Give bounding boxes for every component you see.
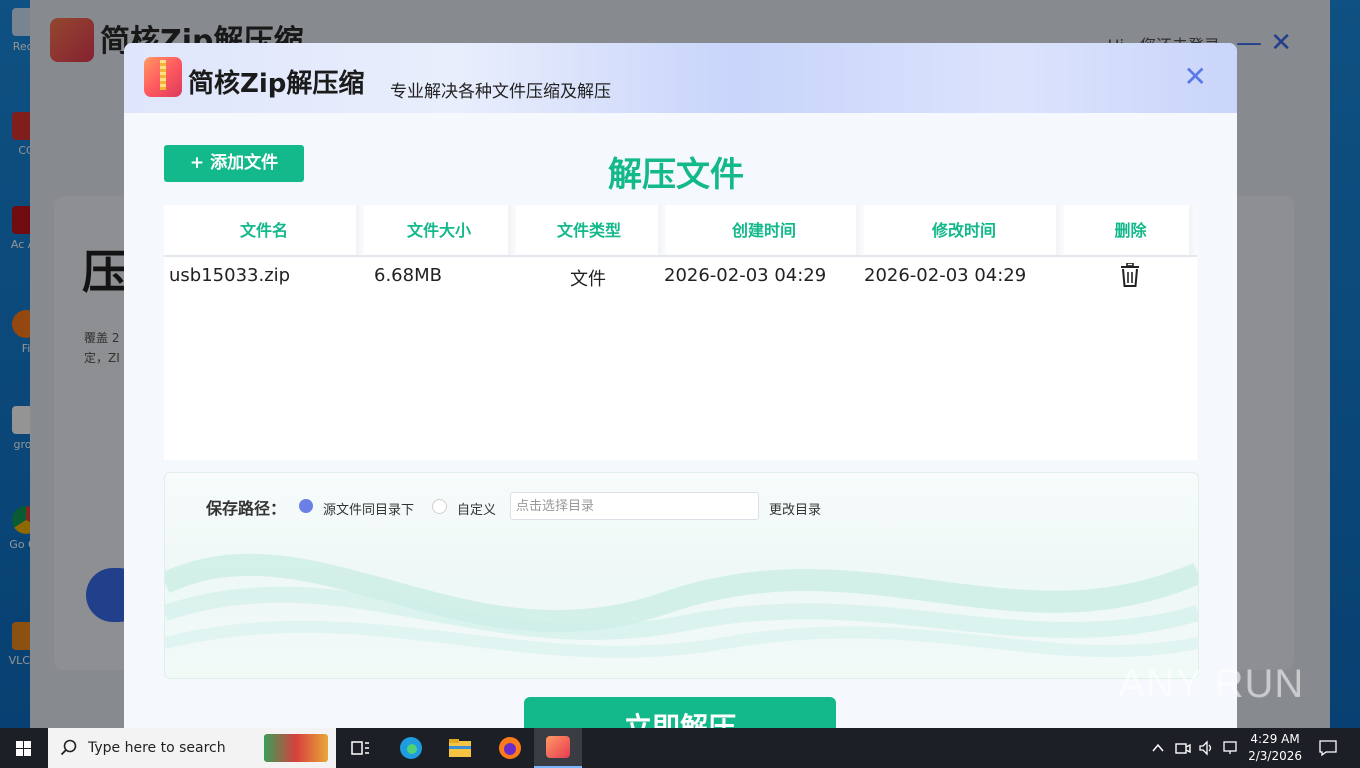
volume-icon[interactable] xyxy=(1198,739,1216,757)
app-logo-icon xyxy=(144,57,182,97)
column-header-delete: 删除 xyxy=(1114,221,1147,240)
app-name: 简核Zip解压缩 xyxy=(188,69,365,99)
directory-input[interactable]: 点击选择目录 xyxy=(510,492,759,520)
gift-icon xyxy=(264,734,328,762)
clock-date: 2/3/2026 xyxy=(1248,749,1302,763)
change-directory-button[interactable]: 更改目录 xyxy=(769,499,821,518)
firefox-icon[interactable] xyxy=(496,734,524,762)
trash-icon[interactable] xyxy=(1119,263,1141,287)
file-table: 文件名 文件大小 文件类型 创建时间 修改时间 删除 usb15033.zip … xyxy=(164,205,1197,460)
save-path-panel: 保存路径： 源文件同目录下 自定义 点击选择目录 更改目录 xyxy=(164,472,1199,679)
search-placeholder: Type here to search xyxy=(88,740,226,756)
app-logo-icon xyxy=(546,736,570,758)
page-title: 解压文件 xyxy=(608,155,744,195)
table-header: 文件名 文件大小 文件类型 创建时间 修改时间 删除 xyxy=(164,205,1197,257)
dialog-header: 简核Zip解压缩 专业解决各种文件压缩及解压 ✕ xyxy=(124,43,1237,113)
edge-icon[interactable] xyxy=(397,734,425,762)
taskbar-search[interactable]: Type here to search xyxy=(48,728,336,768)
dialog-body: + 添加文件 解压文件 文件名 文件大小 文件类型 创建时间 修改时间 删除 u… xyxy=(124,113,1237,743)
extract-dialog: 简核Zip解压缩 专业解决各种文件压缩及解压 ✕ + 添加文件 解压文件 文件名… xyxy=(124,43,1237,743)
taskbar: Type here to search 4:29 AM 2/3/2026 xyxy=(0,728,1360,768)
column-header-size: 文件大小 xyxy=(406,221,471,240)
notification-icon[interactable] xyxy=(1318,739,1338,757)
radio-custom[interactable] xyxy=(432,499,447,514)
column-header-modified: 修改时间 xyxy=(931,221,996,240)
column-header-created: 创建时间 xyxy=(731,221,796,240)
watermark: ANY RUN xyxy=(1118,662,1305,706)
radio-custom-label[interactable]: 自定义 xyxy=(457,499,496,518)
cell-type: 文件 xyxy=(570,269,606,290)
column-divider xyxy=(356,205,364,255)
save-path-label: 保存路径： xyxy=(206,499,287,518)
radio-same-directory-label[interactable]: 源文件同目录下 xyxy=(323,499,414,518)
network-icon[interactable] xyxy=(1222,739,1240,757)
file-explorer-icon[interactable] xyxy=(446,734,474,762)
cell-modified: 2026-02-03 04:29 xyxy=(864,265,1027,286)
clock[interactable]: 4:29 AM 2/3/2026 xyxy=(1248,731,1302,765)
search-icon xyxy=(60,739,77,756)
column-header-type: 文件类型 xyxy=(556,221,621,240)
column-divider xyxy=(1056,205,1064,255)
radio-same-directory[interactable] xyxy=(299,499,313,513)
column-divider xyxy=(856,205,864,255)
app-tagline: 专业解决各种文件压缩及解压 xyxy=(390,82,611,102)
camera-icon[interactable] xyxy=(1174,739,1192,757)
cell-filename: usb15033.zip xyxy=(169,265,291,286)
taskbar-app-active[interactable] xyxy=(534,728,582,768)
chevron-up-icon[interactable] xyxy=(1150,740,1166,756)
column-header-filename: 文件名 xyxy=(239,221,288,240)
wave-decoration xyxy=(165,553,1198,658)
cell-created: 2026-02-03 04:29 xyxy=(664,265,827,286)
add-file-button[interactable]: + 添加文件 xyxy=(164,145,304,182)
column-divider xyxy=(1189,205,1197,255)
task-view-icon[interactable] xyxy=(346,734,374,762)
windows-start-icon[interactable] xyxy=(0,728,48,768)
clock-time: 4:29 AM xyxy=(1250,732,1300,746)
cell-size: 6.68MB xyxy=(374,265,442,286)
close-icon[interactable]: ✕ xyxy=(1184,63,1207,91)
